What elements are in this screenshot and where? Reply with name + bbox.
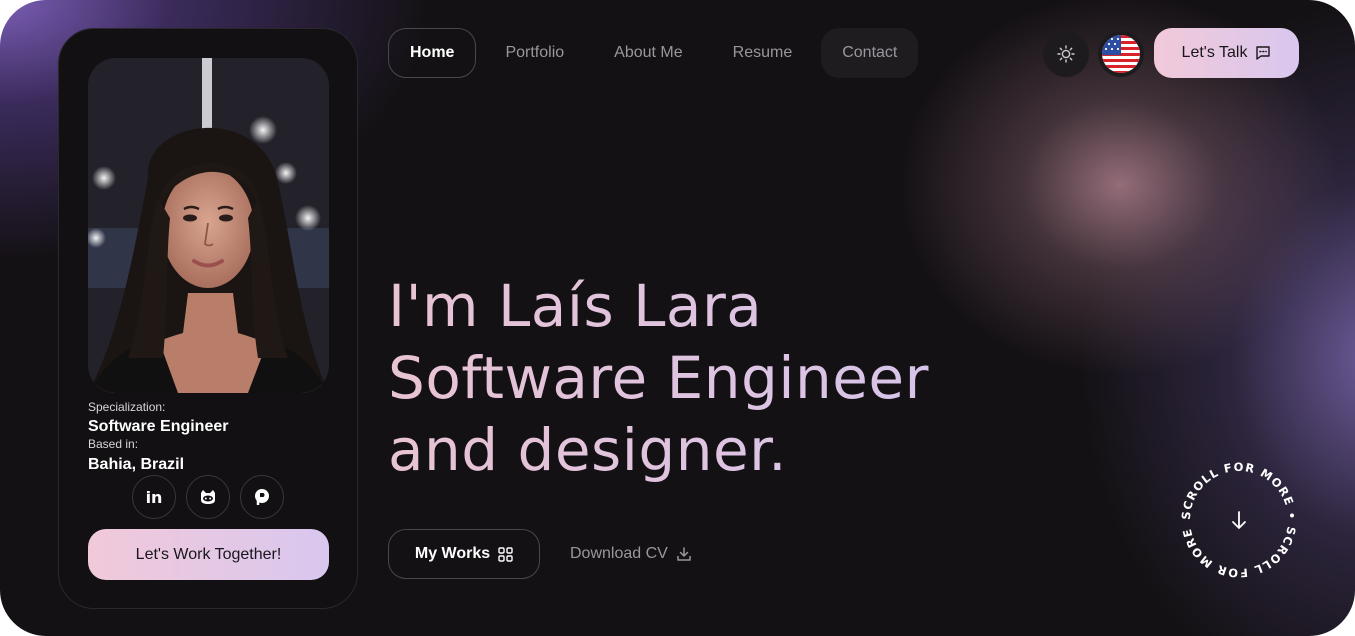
profile-photo xyxy=(88,58,329,393)
scroll-for-more-badge[interactable]: SCROLL FOR MORE • SCROLL FOR MORE • xyxy=(1172,446,1302,583)
hero-line-designer: and designer. xyxy=(388,414,929,486)
sun-icon xyxy=(1057,45,1075,63)
work-together-button[interactable]: Let's Work Together! xyxy=(88,529,329,580)
my-works-label: My Works xyxy=(414,545,491,562)
nav-home[interactable]: Home xyxy=(388,28,477,78)
theme-toggle-button[interactable] xyxy=(1043,31,1089,77)
my-works-button[interactable]: My Works xyxy=(388,529,540,579)
hero-heading: I'm Laís Lara Software Engineer and desi… xyxy=(388,270,929,486)
page-frame: Specialization: Software Engineer Based … xyxy=(0,0,1355,636)
hero-line-name: I'm Laís Lara xyxy=(388,270,929,342)
arrow-down-icon xyxy=(1232,511,1246,529)
nav-resume[interactable]: Resume xyxy=(712,28,814,78)
lets-talk-label: Let's Talk xyxy=(1181,44,1248,61)
specialization-label: Specialization: xyxy=(88,400,166,414)
social-links: in xyxy=(132,475,284,519)
hero-line-role: Software Engineer xyxy=(388,344,929,412)
nav-about-me[interactable]: About Me xyxy=(593,28,703,78)
product-hunt-button[interactable] xyxy=(240,475,284,519)
download-cv-button[interactable]: Download CV xyxy=(570,529,692,579)
based-in-label: Based in: xyxy=(88,437,139,451)
scroll-for-more-text: SCROLL FOR MORE • SCROLL FOR MORE • xyxy=(1176,457,1299,580)
language-button[interactable] xyxy=(1098,31,1144,77)
github-icon xyxy=(201,490,215,504)
linkedin-button[interactable]: in xyxy=(132,475,176,519)
grid-icon xyxy=(498,546,513,562)
nav-portfolio[interactable]: Portfolio xyxy=(484,28,585,78)
nav-contact[interactable]: Contact xyxy=(821,28,919,78)
us-flag-icon xyxy=(1102,35,1140,73)
github-button[interactable] xyxy=(186,475,230,519)
download-icon xyxy=(677,547,691,561)
profile-card: Specialization: Software Engineer Based … xyxy=(58,28,358,609)
location-value: Bahia, Brazil xyxy=(88,456,185,473)
chat-icon xyxy=(1256,46,1271,60)
lets-talk-button[interactable]: Let's Talk xyxy=(1154,28,1299,78)
product-hunt-icon xyxy=(255,489,269,505)
specialization-value: Software Engineer xyxy=(88,418,229,435)
download-cv-label: Download CV xyxy=(570,545,668,562)
main-nav: Home Portfolio About Me Resume Contact xyxy=(388,28,926,78)
linkedin-icon: in xyxy=(145,487,163,507)
